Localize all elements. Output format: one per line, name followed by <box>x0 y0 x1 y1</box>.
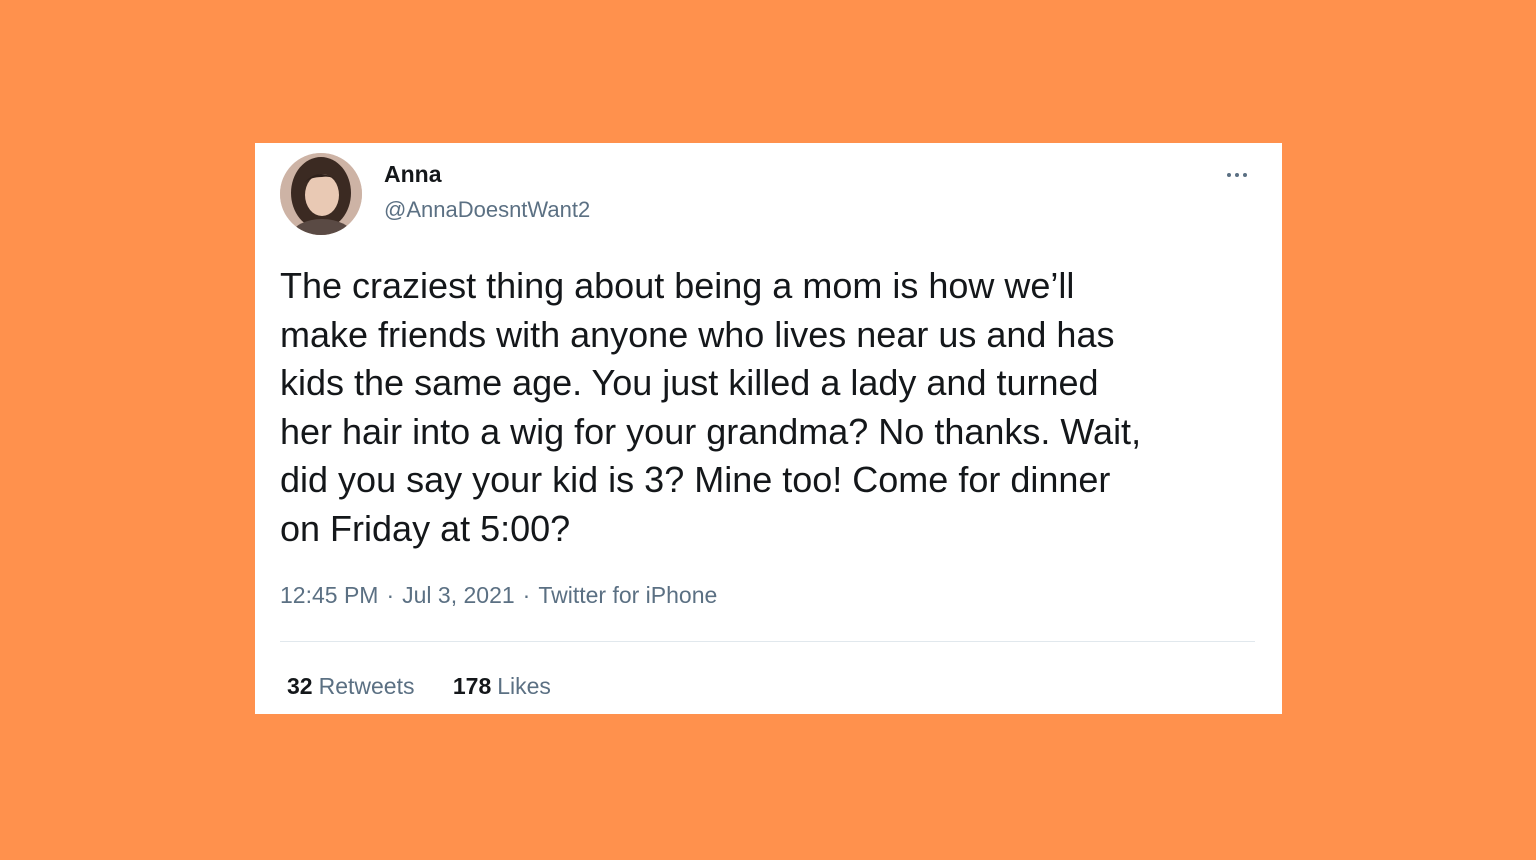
author-handle[interactable]: @AnnaDoesntWant2 <box>384 197 590 223</box>
tweet-card: Anna @AnnaDoesntWant2 The craziest thing… <box>255 143 1282 714</box>
meta-separator: · <box>522 582 531 608</box>
divider <box>280 641 1255 642</box>
meta-separator: · <box>386 582 395 608</box>
likes-stat[interactable]: 178 Likes <box>453 673 551 700</box>
more-options-button[interactable] <box>1217 157 1257 193</box>
more-horizontal-icon <box>1243 173 1247 177</box>
retweets-stat[interactable]: 32 Retweets <box>287 673 414 700</box>
likes-count: 178 <box>452 673 492 699</box>
profile-photo-icon <box>280 153 362 235</box>
author-display-name[interactable]: Anna <box>384 161 442 188</box>
retweets-label: Retweets <box>318 673 415 699</box>
more-horizontal-icon <box>1235 173 1239 177</box>
tweet-source[interactable]: Twitter for iPhone <box>538 582 717 608</box>
tweet-text: The craziest thing about being a mom is … <box>280 265 1142 549</box>
tweet-date[interactable]: Jul 3, 2021 <box>402 582 515 608</box>
likes-label: Likes <box>497 673 551 699</box>
avatar[interactable] <box>280 153 362 235</box>
retweets-count: 32 <box>287 673 313 699</box>
tweet-time[interactable]: 12:45 PM <box>280 582 378 608</box>
tweet-meta: 12:45 PM · Jul 3, 2021 · Twitter for iPhone <box>280 582 717 609</box>
tweet-stats: 32 Retweets 178 Likes <box>287 673 583 700</box>
more-horizontal-icon <box>1227 173 1231 177</box>
